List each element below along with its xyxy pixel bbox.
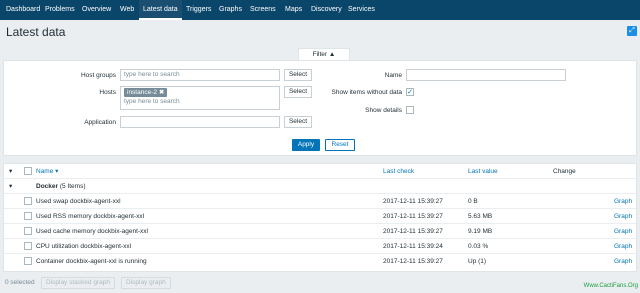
top-nav: Dashboard Problems Overview Web Latest d…	[0, 0, 640, 20]
hosts-label: Hosts	[99, 89, 116, 96]
nav-web[interactable]: Web	[116, 0, 138, 20]
last-check-column-header[interactable]: Last check	[383, 164, 414, 179]
nav-graphs[interactable]: Graphs	[215, 0, 246, 20]
graph-link[interactable]: Graph	[614, 239, 632, 254]
nav-maps[interactable]: Maps	[281, 0, 306, 20]
show-details-label: Show details	[365, 107, 402, 114]
application-label: Application	[84, 119, 116, 126]
caret-up-icon: ▲	[328, 51, 336, 58]
name-input[interactable]	[406, 69, 566, 81]
nav-latest-data[interactable]: Latest data	[139, 0, 182, 20]
table-header: ▾ Name ▾ Last check Last value Change	[4, 164, 636, 179]
item-last-check: 2017-12-11 15:39:24	[383, 243, 443, 250]
nav-problems[interactable]: Problems	[41, 0, 79, 20]
item-last-value: 9.19 MB	[468, 228, 493, 235]
nav-overview[interactable]: Overview	[78, 0, 115, 20]
graph-link[interactable]: Graph	[614, 209, 632, 224]
host-groups-input[interactable]: type here to search	[120, 69, 280, 81]
table-row: Used swap dockbix-agent-xxl 2017-12-11 1…	[4, 194, 636, 209]
table-row: Used RSS memory dockbix-agent-xxl 2017-1…	[4, 209, 636, 224]
hosts-input[interactable]: instance-2 ✖ type here to search	[120, 86, 280, 110]
item-name: Used cache memory dockbix-agent-xxl	[36, 228, 148, 235]
select-all-checkbox[interactable]	[24, 167, 32, 175]
name-column-header[interactable]: Name ▾	[36, 164, 58, 179]
table-row: Used cache memory dockbix-agent-xxl 2017…	[4, 224, 636, 239]
fullscreen-icon[interactable]: ⤢	[627, 26, 637, 36]
page-title: Latest data	[6, 25, 66, 39]
row-checkbox[interactable]	[24, 212, 32, 220]
application-select-button[interactable]: Select	[284, 116, 312, 128]
row-checkbox[interactable]	[24, 242, 32, 250]
graph-link[interactable]: Graph	[614, 194, 632, 209]
application-input[interactable]	[120, 116, 280, 128]
collapse-group-icon[interactable]: ▾	[9, 179, 12, 194]
item-last-value: 0.03 %	[468, 243, 489, 250]
nav-dashboard[interactable]: Dashboard	[2, 0, 44, 20]
group-name: Docker	[36, 183, 59, 190]
filter-tab-label: Filter	[312, 51, 328, 58]
nav-discovery[interactable]: Discovery	[307, 0, 346, 20]
change-column-header: Change	[553, 168, 576, 175]
row-checkbox[interactable]	[24, 257, 32, 265]
row-checkbox[interactable]	[24, 227, 32, 235]
remove-tag-icon[interactable]: ✖	[159, 89, 164, 96]
item-last-check: 2017-12-11 15:39:27	[383, 228, 443, 235]
item-last-check: 2017-12-11 15:39:27	[383, 258, 443, 265]
watermark: Www.CactiFans.Org	[583, 283, 638, 289]
item-last-value: Up (1)	[468, 258, 487, 265]
show-without-data-label: Show items without data	[331, 89, 402, 96]
filter-panel: Host groups type here to search Select H…	[3, 60, 637, 156]
host-groups-select-button[interactable]: Select	[284, 69, 312, 81]
row-checkbox[interactable]	[24, 197, 32, 205]
collapse-all-icon[interactable]: ▾	[9, 164, 12, 179]
item-name: Container dockbix-agent-xxl is running	[36, 258, 147, 265]
hosts-placeholder: type here to search	[124, 98, 180, 105]
host-tag: instance-2 ✖	[124, 88, 168, 97]
latest-data-table: ▾ Name ▾ Last check Last value Change ▾ …	[3, 163, 637, 272]
nav-services[interactable]: Services	[344, 0, 379, 20]
last-value-column-header[interactable]: Last value	[468, 164, 498, 179]
name-header-label: Name	[36, 168, 54, 175]
footer-actions: 0 selected Display stacked graph Display…	[0, 272, 640, 293]
table-row: Container dockbix-agent-xxl is running 2…	[4, 254, 636, 269]
graph-link[interactable]: Graph	[614, 254, 632, 269]
host-groups-label: Host groups	[80, 72, 116, 79]
table-row: CPU utilization dockbix-agent-xxl 2017-1…	[4, 239, 636, 254]
item-last-check: 2017-12-11 15:39:27	[383, 213, 443, 220]
sort-down-icon: ▾	[55, 168, 59, 175]
group-label: Docker (5 Items)	[36, 179, 86, 194]
apply-button[interactable]: Apply	[292, 139, 320, 151]
item-name: Used RSS memory dockbix-agent-xxl	[36, 213, 145, 220]
item-last-value: 0 B	[468, 198, 478, 205]
graph-link[interactable]: Graph	[614, 224, 632, 239]
item-name: Used swap dockbix-agent-xxl	[36, 198, 121, 205]
display-stacked-graph-button[interactable]: Display stacked graph	[41, 277, 115, 289]
reset-button[interactable]: Reset	[325, 139, 355, 151]
nav-screens[interactable]: Screens	[246, 0, 280, 20]
selected-count: 0 selected	[5, 279, 35, 286]
group-count: (5 Items)	[59, 183, 86, 190]
show-details-checkbox[interactable]	[406, 106, 414, 114]
item-last-check: 2017-12-11 15:39:27	[383, 198, 443, 205]
show-without-data-checkbox[interactable]: ✓	[406, 88, 414, 96]
name-label: Name	[384, 72, 402, 79]
item-last-value: 5.63 MB	[468, 213, 493, 220]
nav-triggers[interactable]: Triggers	[182, 0, 215, 20]
group-row: ▾ Docker (5 Items)	[4, 179, 636, 194]
display-graph-button[interactable]: Display graph	[121, 277, 171, 289]
host-tag-label: instance-2	[127, 89, 157, 96]
item-name: CPU utilization dockbix-agent-xxl	[36, 243, 132, 250]
